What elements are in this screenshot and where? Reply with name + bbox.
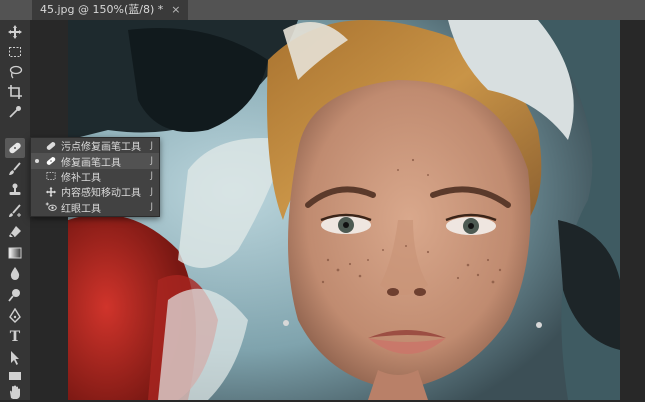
flyout-item-patch[interactable]: 修补工具 J <box>31 169 159 184</box>
stamp-icon <box>9 183 21 195</box>
healing-brush-tool[interactable] <box>5 138 25 158</box>
healing-tools-flyout: 污点修复画笔工具 J 修复画笔工具 J 修补工具 J 内容感知移动工具 J 红眼… <box>30 137 160 217</box>
close-tab-icon[interactable]: × <box>171 3 180 16</box>
gradient-tool[interactable] <box>5 243 25 263</box>
blur-tool[interactable] <box>5 264 25 284</box>
flyout-item-label: 红眼工具 <box>61 203 101 215</box>
crop-icon <box>8 85 22 99</box>
arrow-icon <box>11 351 19 365</box>
flyout-item-shortcut: J <box>150 202 153 213</box>
path-selection-tool[interactable] <box>5 348 25 368</box>
flyout-item-shortcut: J <box>150 186 153 197</box>
eyedropper-tool[interactable] <box>5 102 25 122</box>
move-tool[interactable] <box>5 22 25 42</box>
gradient-icon <box>8 247 22 259</box>
clone-stamp-tool[interactable] <box>5 180 25 200</box>
flyout-item-shortcut: J <box>150 140 153 151</box>
lasso-icon <box>9 65 23 79</box>
history-brush-icon <box>9 204 21 217</box>
dodge-icon <box>8 289 20 302</box>
document-tab-bar: 45.jpg @ 150%(蓝/8) * × <box>0 0 645 20</box>
flyout-item-content-aware-move[interactable]: 内容感知移动工具 J <box>31 184 159 199</box>
flyout-item-red-eye[interactable]: 红眼工具 J <box>31 200 159 215</box>
flyout-item-label: 污点修复画笔工具 <box>61 142 141 154</box>
flyout-item-healing-brush[interactable]: 修复画笔工具 J <box>31 153 159 169</box>
brush-icon <box>9 162 21 175</box>
content-aware-move-icon <box>45 186 57 198</box>
lasso-tool[interactable] <box>5 62 25 82</box>
drop-icon <box>10 267 20 280</box>
red-eye-icon <box>45 202 57 212</box>
type-tool[interactable]: T <box>5 327 25 347</box>
move-icon <box>8 25 22 39</box>
brush-tool[interactable] <box>5 159 25 179</box>
selected-indicator-icon <box>35 159 39 164</box>
healing-brush-icon <box>46 157 56 166</box>
pen-tool[interactable] <box>5 306 25 326</box>
canvas-right-pasteboard <box>620 20 645 400</box>
flyout-item-shortcut: J <box>150 156 153 167</box>
tools-panel: T <box>0 20 31 400</box>
document-tab[interactable]: 45.jpg @ 150%(蓝/8) * × <box>32 0 189 20</box>
eraser-tool[interactable] <box>5 222 25 242</box>
bandage-icon <box>9 142 21 154</box>
flyout-item-spot-healing-brush[interactable]: 污点修复画笔工具 J <box>31 138 159 153</box>
eraser-icon <box>9 226 21 238</box>
eyedropper-icon <box>9 106 21 118</box>
flyout-item-shortcut: J <box>150 171 153 182</box>
marquee-tool[interactable] <box>5 42 25 62</box>
flyout-item-label: 修补工具 <box>61 172 101 184</box>
spot-healing-icon <box>46 141 56 150</box>
hand-tool[interactable] <box>5 382 25 402</box>
crop-tool[interactable] <box>5 82 25 102</box>
hand-icon <box>10 385 20 399</box>
flyout-item-label: 内容感知移动工具 <box>61 188 141 200</box>
history-brush-tool[interactable] <box>5 201 25 221</box>
type-icon: T <box>9 329 21 345</box>
pen-icon <box>9 308 21 323</box>
document-tab-title: 45.jpg @ 150%(蓝/8) * <box>40 3 164 16</box>
dodge-tool[interactable] <box>5 285 25 305</box>
flyout-item-label: 修复画笔工具 <box>61 157 121 169</box>
patch-icon <box>46 172 56 181</box>
rect-marquee-icon <box>9 47 21 57</box>
